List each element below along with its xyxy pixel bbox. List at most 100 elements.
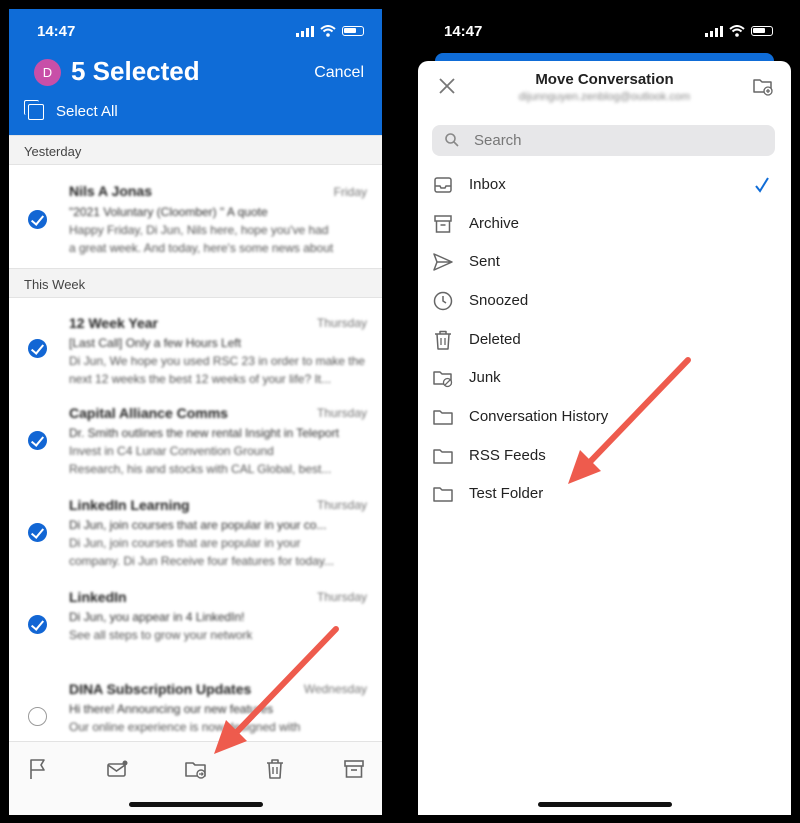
archive-icon[interactable]: [341, 756, 367, 782]
email-preview: a great week. And today, here's some new…: [69, 241, 334, 255]
selection-count-title: 5 Selected: [71, 56, 200, 86]
selected-checkmark-icon[interactable]: [28, 431, 47, 450]
folder-item-sent[interactable]: Sent: [418, 243, 791, 281]
archive-icon: [434, 215, 452, 233]
select-all-icon: [24, 99, 44, 120]
sent-icon: [433, 253, 453, 271]
new-folder-icon[interactable]: [752, 75, 774, 97]
folder-icon: [433, 449, 453, 464]
email-preview: Happy Friday, Di Jun, Nils here, hope yo…: [69, 223, 329, 237]
email-row[interactable]: 12 Week Year Thursday [Last Call] Only a…: [9, 299, 382, 387]
folder-item-conversation-history[interactable]: Conversation History: [418, 398, 791, 436]
junk-folder-icon: [433, 371, 453, 388]
email-date: Thursday: [316, 406, 367, 420]
folder-label: Test Folder: [469, 485, 544, 502]
email-subject: Di Jun, join courses that are popular in…: [69, 518, 327, 532]
email-subject: Hi there! Announcing our new features: [69, 702, 274, 716]
folder-label: Junk: [469, 369, 501, 386]
email-sender: DINA Subscription Updates: [69, 681, 252, 697]
move-conversation-screen: 14:47 Move Conversation dijunnguyen.zenb…: [418, 9, 791, 815]
search-icon: [445, 133, 459, 147]
email-row[interactable]: LinkedIn Thursday Di Jun, you appear in …: [9, 575, 382, 663]
folder-item-test-folder[interactable]: Test Folder: [418, 475, 791, 513]
email-row[interactable]: Capital Alliance Comms Thursday Dr. Smit…: [9, 391, 382, 479]
email-preview: Di Jun, join courses that are popular in…: [69, 536, 301, 550]
selection-header: 14:47 D 5 Selected Cancel Select All: [9, 9, 382, 135]
move-to-folder-icon[interactable]: [183, 756, 209, 782]
search-placeholder: Search: [474, 132, 522, 149]
status-icons: [296, 25, 364, 37]
folder-search-input[interactable]: Search: [432, 125, 775, 156]
battery-icon: [751, 26, 773, 36]
email-date: Thursday: [316, 590, 367, 604]
account-email: dijunnguyen.zenblog@outlook.com: [518, 91, 691, 103]
status-icons: [705, 25, 773, 37]
folder-item-inbox[interactable]: Inbox: [418, 166, 791, 204]
email-sender: 12 Week Year: [69, 315, 159, 331]
status-bar: 14:47: [418, 9, 791, 53]
status-bar: 14:47: [9, 9, 382, 53]
battery-icon: [342, 26, 364, 36]
email-subject: Dr. Smith outlines the new rental Insigh…: [69, 426, 339, 440]
home-indicator: [538, 802, 672, 807]
email-preview: Research, his and stocks with CAL Global…: [69, 462, 332, 476]
folder-label: Conversation History: [469, 408, 609, 425]
selected-checkmark-icon[interactable]: [28, 523, 47, 542]
home-indicator: [129, 802, 263, 807]
email-preview: next 12 weeks the best 12 weeks of your …: [69, 372, 332, 386]
email-preview: See all steps to grow your network: [69, 628, 253, 642]
selected-checkmark-icon[interactable]: [28, 210, 47, 229]
signal-icon: [296, 25, 314, 37]
signal-icon: [705, 25, 723, 37]
mark-read-icon[interactable]: [104, 756, 130, 782]
unselected-circle-icon[interactable]: [28, 707, 47, 726]
select-all-label: Select All: [56, 103, 118, 120]
status-time: 14:47: [444, 23, 483, 40]
selected-checkmark-icon[interactable]: [28, 339, 47, 358]
folder-label: Sent: [469, 253, 500, 270]
email-subject: [Last Call] Only a few Hours Left: [69, 336, 242, 350]
email-subject: "2021 Voluntary (Cloomber) " A quote: [69, 205, 268, 219]
email-date: Thursday: [316, 498, 367, 512]
email-preview: Our online experience is now designed wi…: [69, 720, 301, 734]
email-preview: Di Jun, We hope you used RSC 23 in order…: [69, 354, 365, 368]
folder-item-deleted[interactable]: Deleted: [418, 321, 791, 359]
email-sender: LinkedIn Learning: [69, 497, 190, 513]
email-preview: Invest in C4 Lunar Convention Ground: [69, 444, 274, 458]
folder-item-snoozed[interactable]: Snoozed: [418, 282, 791, 320]
email-row[interactable]: LinkedIn Learning Thursday Di Jun, join …: [9, 483, 382, 571]
section-label: This Week: [24, 277, 86, 292]
mail-list-screen: 14:47 D 5 Selected Cancel Select All Yes…: [9, 9, 382, 815]
folder-icon: [433, 410, 453, 425]
section-header-this-week: This Week: [9, 268, 382, 298]
folder-item-rss-feeds[interactable]: RSS Feeds: [418, 437, 791, 475]
wifi-icon: [729, 25, 745, 37]
email-sender: Capital Alliance Comms: [69, 405, 228, 421]
email-subject: Di Jun, you appear in 4 LinkedIn!: [69, 610, 245, 624]
folder-item-junk[interactable]: Junk: [418, 359, 791, 397]
trash-icon[interactable]: [262, 756, 288, 782]
email-date: Friday: [333, 185, 367, 199]
wifi-icon: [320, 25, 336, 37]
email-date: Wednesday: [303, 682, 367, 696]
folder-label: Deleted: [469, 331, 521, 348]
flag-icon[interactable]: [25, 756, 51, 782]
folder-item-archive[interactable]: Archive: [418, 205, 791, 243]
sheet-title: Move Conversation: [535, 71, 674, 88]
move-conversation-sheet: Move Conversation dijunnguyen.zenblog@ou…: [418, 61, 791, 815]
avatar[interactable]: D: [34, 59, 61, 86]
status-time: 14:47: [37, 23, 76, 40]
email-sender: Nils A Jonas: [69, 183, 152, 199]
folder-label: Inbox: [469, 176, 506, 193]
cancel-button[interactable]: Cancel: [314, 64, 364, 82]
section-label: Yesterday: [24, 144, 82, 159]
selected-checkmark-icon[interactable]: [28, 615, 47, 634]
trash-icon: [435, 330, 451, 350]
email-sender: LinkedIn: [69, 589, 127, 605]
email-row[interactable]: Nils A Jonas Friday "2021 Voluntary (Clo…: [9, 169, 382, 257]
email-preview: company. Di Jun Receive four features fo…: [69, 554, 335, 568]
section-header-yesterday: Yesterday: [9, 135, 382, 165]
clock-icon: [433, 291, 453, 311]
select-all-button[interactable]: Select All: [24, 99, 118, 120]
checkmark-icon: [755, 177, 769, 193]
